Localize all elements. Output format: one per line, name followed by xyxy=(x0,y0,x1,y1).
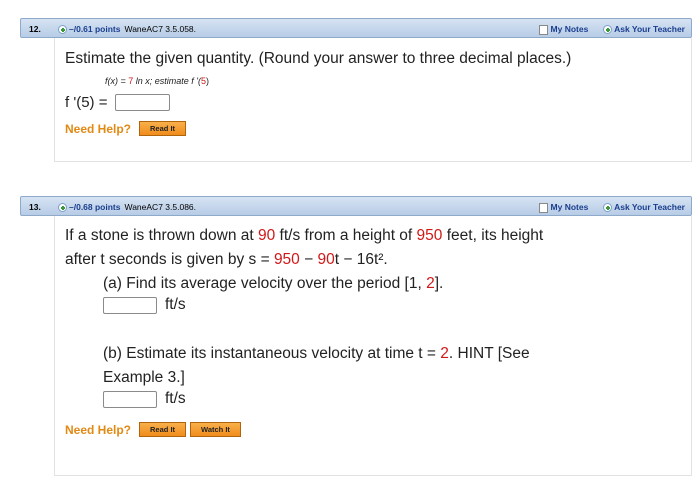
points-label: –/0.68 points xyxy=(69,202,121,212)
question-text: If a stone is thrown down at 90 ft/s fro… xyxy=(65,227,544,268)
part-a-text: (a) Find its average velocity over the p… xyxy=(103,275,444,292)
question-number: 12. xyxy=(29,24,41,34)
question-prompt: Estimate the given quantity. (Round your… xyxy=(65,50,572,67)
ask-teacher-link[interactable]: Ask Your Teacher xyxy=(614,24,685,34)
read-it-button[interactable]: Read It xyxy=(139,121,187,136)
source-label: WaneAC7 3.5.058. xyxy=(124,24,197,34)
ask-teacher-link[interactable]: Ask Your Teacher xyxy=(614,202,685,212)
question-12: 12. –/0.61 points WaneAC7 3.5.058. My Not… xyxy=(20,18,692,162)
part-a-answer-input[interactable] xyxy=(103,296,157,314)
question-body: If a stone is thrown down at 90 ft/s fro… xyxy=(54,216,692,476)
answer-input[interactable] xyxy=(115,94,171,111)
watch-it-button[interactable]: Watch It xyxy=(190,422,241,437)
read-it-button[interactable]: Read It xyxy=(139,422,187,437)
need-help-label: Need Help? xyxy=(65,121,132,136)
expand-plus-icon[interactable] xyxy=(58,25,67,35)
points-label: –/0.61 points xyxy=(69,24,121,34)
question-body: Estimate the given quantity. (Round your… xyxy=(54,38,692,162)
my-notes-link[interactable]: My Notes xyxy=(551,202,589,212)
ask-teacher-icon[interactable] xyxy=(603,25,613,35)
my-notes-link[interactable]: My Notes xyxy=(551,24,589,34)
question-header: 13. –/0.68 points WaneAC7 3.5.086. My Not… xyxy=(20,196,692,216)
part-b-unit: ft/s xyxy=(165,390,186,407)
part-b-answer-input[interactable] xyxy=(103,390,157,408)
given-function: f(x) = 7 ln x; estimate f '(5) xyxy=(105,76,210,86)
expand-plus-icon[interactable] xyxy=(58,203,67,213)
part-b-text: (b) Estimate its instantaneous velocity … xyxy=(103,345,530,386)
question-header: 12. –/0.61 points WaneAC7 3.5.058. My Not… xyxy=(20,18,692,38)
question-13: 13. –/0.68 points WaneAC7 3.5.086. My Not… xyxy=(20,196,692,476)
notes-icon[interactable] xyxy=(539,24,549,35)
part-a-unit: ft/s xyxy=(165,296,186,313)
question-number: 13. xyxy=(29,202,41,212)
ask-teacher-icon[interactable] xyxy=(603,203,613,213)
need-help-label: Need Help? xyxy=(65,422,132,437)
notes-icon[interactable] xyxy=(539,202,549,213)
answer-label: f '(5) = xyxy=(65,94,108,111)
source-label: WaneAC7 3.5.086. xyxy=(124,202,197,212)
